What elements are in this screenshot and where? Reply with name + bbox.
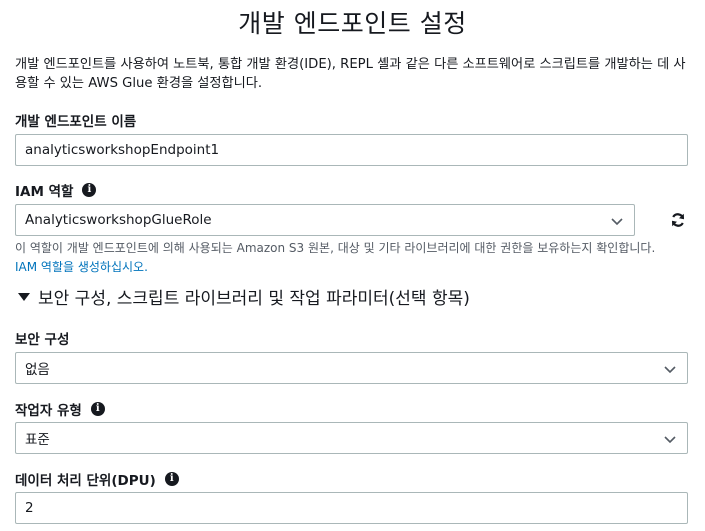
dpu-value: 2 <box>25 500 34 516</box>
optional-section-title: 보안 구성, 스크립트 라이브러리 및 작업 파라미터(선택 항목) <box>38 289 470 309</box>
info-icon[interactable]: i <box>90 402 105 416</box>
info-icon[interactable]: i <box>82 183 97 197</box>
dpu-label-text: 데이터 처리 단위(DPU) <box>15 473 156 489</box>
endpoint-name-label-text: 개발 엔드포인트 이름 <box>15 114 137 130</box>
page-description: 개발 엔드포인트를 사용하여 노트북, 통합 개발 환경(IDE), REPL … <box>15 57 686 91</box>
worker-type-select[interactable]: 표준 <box>15 422 688 454</box>
iam-role-hint: 이 역할이 개발 엔드포인트에 의해 사용되는 Amazon S3 원본, 대상… <box>15 239 700 277</box>
chevron-down-icon <box>664 436 676 444</box>
endpoint-name-value: analyticsworkshopEndpoint1 <box>25 142 220 158</box>
refresh-icon[interactable] <box>668 210 688 230</box>
worker-type-label-text: 작업자 유형 <box>15 403 82 419</box>
iam-role-hint-text: 이 역할이 개발 엔드포인트에 의해 사용되는 Amazon S3 원본, 대상… <box>15 241 656 255</box>
optional-section-toggle[interactable]: 보안 구성, 스크립트 라이브러리 및 작업 파라미터(선택 항목) <box>18 284 470 309</box>
create-iam-role-link[interactable]: IAM 역할을 생성하십시오. <box>15 260 148 274</box>
worker-type-value: 표준 <box>25 432 50 448</box>
info-icon[interactable]: i <box>164 472 179 486</box>
endpoint-name-input[interactable]: analyticsworkshopEndpoint1 <box>15 134 688 166</box>
caret-down-icon <box>18 292 30 301</box>
page-title: 개발 엔드포인트 설정 <box>238 9 467 38</box>
chevron-down-icon <box>664 366 676 374</box>
security-config-label-text: 보안 구성 <box>15 332 70 348</box>
dpu-input[interactable]: 2 <box>15 492 688 524</box>
dpu-label: 데이터 처리 단위(DPU) i <box>15 469 179 489</box>
security-config-value: 없음 <box>25 362 50 378</box>
security-config-select[interactable]: 없음 <box>15 352 688 384</box>
worker-type-label: 작업자 유형 i <box>15 399 105 419</box>
chevron-down-icon <box>611 218 623 226</box>
iam-role-value: AnalyticsworkshopGlueRole <box>25 212 212 228</box>
iam-role-label: IAM 역할 i <box>15 180 97 200</box>
iam-role-select[interactable]: AnalyticsworkshopGlueRole <box>15 204 635 236</box>
endpoint-name-label: 개발 엔드포인트 이름 <box>15 110 136 130</box>
iam-role-label-text: IAM 역할 <box>15 184 74 200</box>
security-config-label: 보안 구성 <box>15 328 69 348</box>
